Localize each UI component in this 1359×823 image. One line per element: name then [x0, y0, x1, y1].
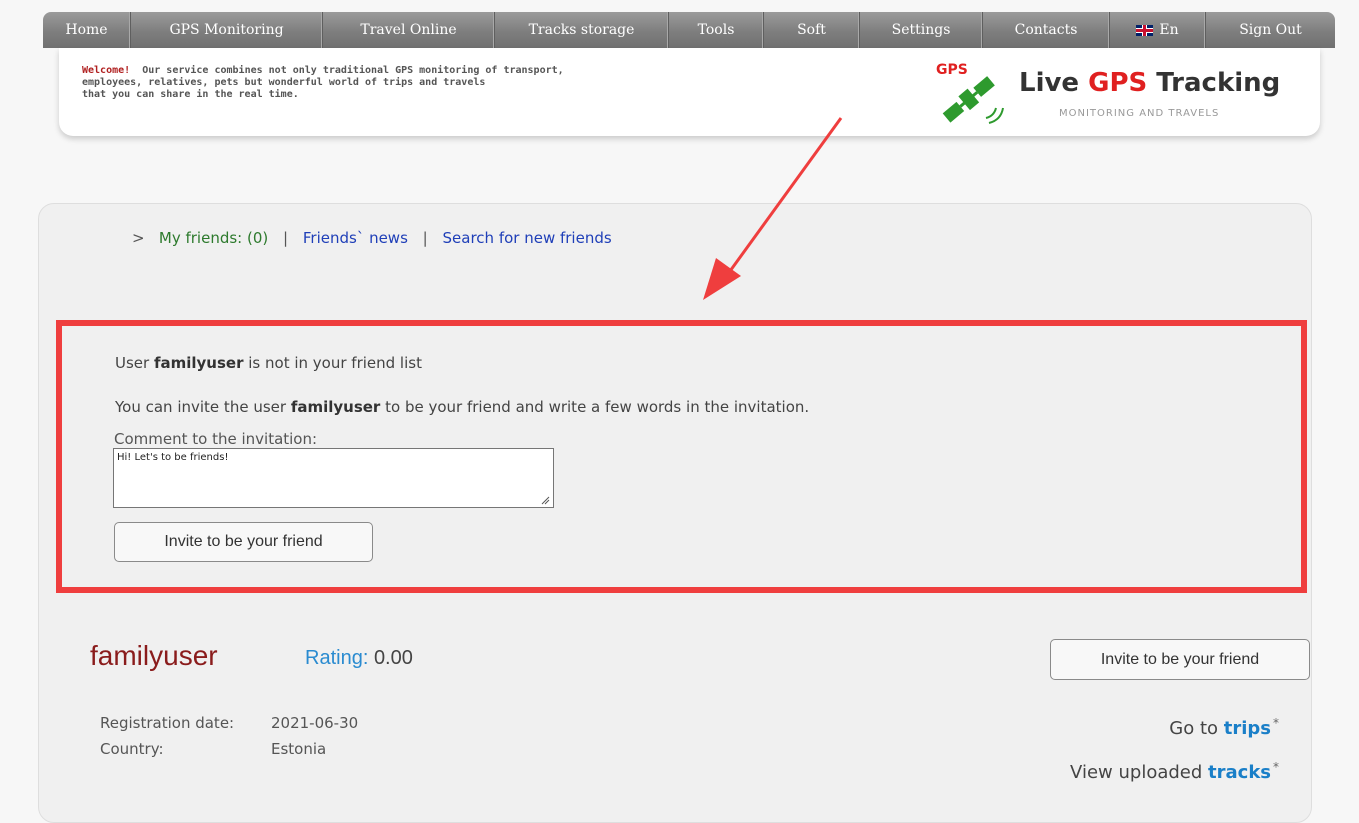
- logo-title[interactable]: Live GPS Tracking: [1019, 68, 1280, 98]
- invite-instructions: You can invite the user familyuser to be…: [115, 398, 809, 416]
- comment-textarea[interactable]: Hi! Let's to be friends!: [113, 448, 554, 508]
- profile-invite-button[interactable]: Invite to be your friend: [1050, 639, 1310, 680]
- registration-value: 2021-06-30: [271, 714, 359, 732]
- trips-prefix: Go to: [1169, 718, 1224, 739]
- language-label: En: [1159, 22, 1179, 38]
- uk-flag-icon: [1136, 24, 1154, 36]
- friends-navigation: > My friends: (0) | Friends` news | Sear…: [132, 229, 612, 247]
- message-text: User: [115, 354, 154, 372]
- registration-label: Registration date:: [100, 714, 235, 732]
- go-to-trips: Go to trips *: [1169, 716, 1279, 739]
- nav-contacts[interactable]: Contacts: [983, 12, 1110, 48]
- nav-travel-online[interactable]: Travel Online: [323, 12, 495, 48]
- my-friends-link[interactable]: My friends: (0): [159, 229, 268, 247]
- profile-username: familyuser: [90, 640, 218, 671]
- instructions-text: to be your friend and write a few words …: [380, 398, 810, 416]
- header-banner: Welcome! Our service combines not only t…: [59, 48, 1320, 136]
- tracks-link[interactable]: tracks: [1208, 762, 1271, 783]
- comment-label: Comment to the invitation:: [114, 430, 318, 448]
- logo-title-suffix: Tracking: [1147, 68, 1281, 98]
- logo-title-prefix: Live: [1019, 68, 1089, 98]
- profile-rating: Rating: 0.00: [305, 647, 413, 670]
- nav-language[interactable]: En: [1110, 12, 1206, 48]
- welcome-line-1: Our service combines not only traditiona…: [142, 65, 564, 76]
- welcome-text: Welcome! Our service combines not only t…: [82, 65, 722, 101]
- instructions-text: You can invite the user: [115, 398, 291, 416]
- nav-tracks-storage[interactable]: Tracks storage: [495, 12, 669, 48]
- separator: |: [422, 229, 428, 247]
- top-navigation: Home GPS Monitoring Travel Online Tracks…: [43, 12, 1335, 48]
- welcome-bold: Welcome!: [82, 65, 131, 76]
- message-text: is not in your friend list: [243, 354, 422, 372]
- invite-friend-button[interactable]: Invite to be your friend: [114, 522, 373, 562]
- rating-label: Rating:: [305, 647, 369, 669]
- logo-badge-text: GPS: [936, 62, 968, 78]
- tracks-asterisk: *: [1273, 760, 1279, 774]
- nav-prefix: >: [132, 229, 145, 247]
- rating-value: 0.00: [373, 647, 413, 669]
- nav-home[interactable]: Home: [43, 12, 131, 48]
- trips-asterisk: *: [1273, 716, 1279, 730]
- nav-settings[interactable]: Settings: [860, 12, 983, 48]
- logo-subtitle: MONITORING AND TRAVELS: [1059, 108, 1220, 119]
- friends-news-link[interactable]: Friends` news: [303, 229, 408, 247]
- welcome-line-3: that you can share in the real time.: [82, 89, 299, 100]
- satellite-logo-icon[interactable]: GPS: [934, 60, 1014, 130]
- not-friend-message: User familyuser is not in your friend li…: [115, 354, 422, 372]
- instructions-username: familyuser: [290, 398, 381, 416]
- nav-sign-out[interactable]: Sign Out: [1206, 12, 1335, 48]
- logo-title-accent: GPS: [1088, 68, 1148, 98]
- nav-gps-monitoring[interactable]: GPS Monitoring: [131, 12, 323, 48]
- search-friends-link[interactable]: Search for new friends: [443, 229, 612, 247]
- tracks-prefix: View uploaded: [1070, 762, 1209, 783]
- message-username: familyuser: [153, 354, 244, 372]
- resize-grip-icon[interactable]: [540, 495, 550, 505]
- country-value: Estonia: [271, 740, 327, 758]
- trips-link[interactable]: trips: [1224, 718, 1271, 739]
- country-label: Country:: [100, 740, 164, 758]
- view-tracks: View uploaded tracks *: [1070, 760, 1279, 783]
- welcome-line-2: employees, relatives, pets but wonderful…: [82, 77, 486, 88]
- separator: |: [283, 229, 289, 247]
- nav-soft[interactable]: Soft: [764, 12, 860, 48]
- nav-tools[interactable]: Tools: [669, 12, 764, 48]
